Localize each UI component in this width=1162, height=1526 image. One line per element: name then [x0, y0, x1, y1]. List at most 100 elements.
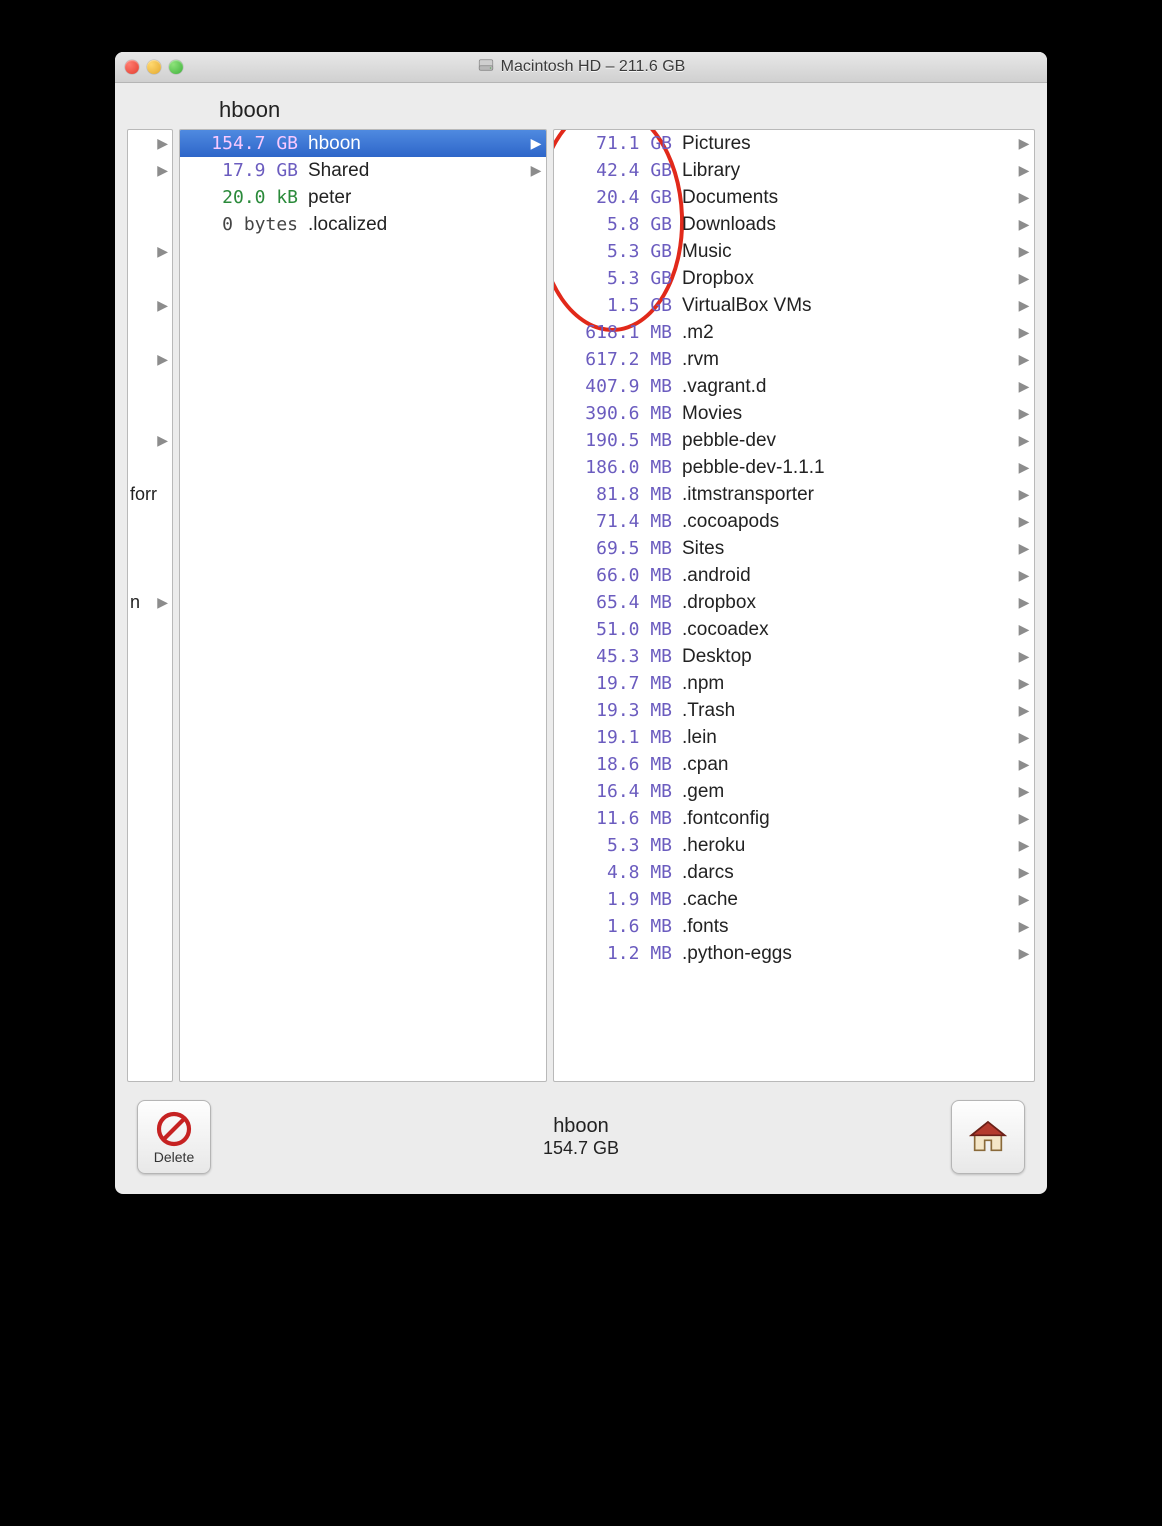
column-parent[interactable]: ▶▶▶▶▶▶forrn▶ — [127, 129, 173, 1082]
item-size: 407.9 MB — [554, 376, 682, 397]
chevron-right-icon: ▶ — [1014, 486, 1034, 503]
item-size: 186.0 MB — [554, 457, 682, 478]
window-title: Macintosh HD – 211.6 GB — [501, 58, 686, 76]
list-item[interactable]: 617.2 MB.rvm▶ — [554, 346, 1034, 373]
list-item[interactable]: 45.3 MBDesktop▶ — [554, 643, 1034, 670]
list-item[interactable]: 5.3 MB.heroku▶ — [554, 832, 1034, 859]
column-contents[interactable]: 71.1 GBPictures▶42.4 GBLibrary▶20.4 GBDo… — [553, 129, 1035, 1082]
chevron-right-icon: ▶ — [1014, 621, 1034, 638]
item-name: .npm — [682, 673, 1014, 695]
parent-row[interactable]: forr — [128, 481, 172, 508]
list-item[interactable]: 69.5 MBSites▶ — [554, 535, 1034, 562]
list-item[interactable]: 4.8 MB.darcs▶ — [554, 859, 1034, 886]
list-item[interactable]: 20.0 kBpeter — [180, 184, 546, 211]
item-name: Library — [682, 160, 1014, 182]
home-button[interactable] — [951, 1100, 1025, 1174]
item-size: 71.4 MB — [554, 511, 682, 532]
item-size: 154.7 GB — [180, 133, 308, 154]
item-size: 19.7 MB — [554, 673, 682, 694]
list-item[interactable]: 71.4 MB.cocoapods▶ — [554, 508, 1034, 535]
parent-row[interactable]: ▶ — [128, 130, 172, 157]
item-size: 65.4 MB — [554, 592, 682, 613]
item-size: 20.4 GB — [554, 187, 682, 208]
parent-row[interactable] — [128, 319, 172, 346]
list-item[interactable]: 16.4 MB.gem▶ — [554, 778, 1034, 805]
parent-row[interactable]: ▶ — [128, 238, 172, 265]
list-item[interactable]: 81.8 MB.itmstransporter▶ — [554, 481, 1034, 508]
list-item[interactable]: 5.8 GBDownloads▶ — [554, 211, 1034, 238]
delete-button[interactable]: Delete — [137, 1100, 211, 1174]
list-item[interactable]: 11.6 MB.fontconfig▶ — [554, 805, 1034, 832]
parent-row[interactable] — [128, 562, 172, 589]
titlebar[interactable]: Macintosh HD – 211.6 GB — [115, 52, 1047, 83]
item-name: Pictures — [682, 133, 1014, 155]
list-item[interactable]: 65.4 MB.dropbox▶ — [554, 589, 1034, 616]
parent-row[interactable]: n▶ — [128, 589, 172, 616]
item-name: pebble-dev — [682, 430, 1014, 452]
item-name: Documents — [682, 187, 1014, 209]
chevron-right-icon: ▶ — [1014, 864, 1034, 881]
minimize-button[interactable] — [147, 60, 161, 74]
list-item[interactable]: 390.6 MBMovies▶ — [554, 400, 1034, 427]
chevron-right-icon: ▶ — [1014, 540, 1034, 557]
chevron-right-icon: ▶ — [1014, 351, 1034, 368]
parent-row[interactable] — [128, 265, 172, 292]
list-item[interactable]: 71.1 GBPictures▶ — [554, 130, 1034, 157]
parent-row[interactable] — [128, 535, 172, 562]
parent-row[interactable] — [128, 454, 172, 481]
list-item[interactable]: 186.0 MBpebble-dev-1.1.1▶ — [554, 454, 1034, 481]
list-item[interactable]: 42.4 GBLibrary▶ — [554, 157, 1034, 184]
item-name: .fonts — [682, 916, 1014, 938]
column-users[interactable]: 154.7 GBhboon▶17.9 GBShared▶20.0 kBpeter… — [179, 129, 547, 1082]
parent-row[interactable]: ▶ — [128, 346, 172, 373]
parent-row[interactable] — [128, 373, 172, 400]
truncated-text: n — [130, 592, 140, 613]
list-item[interactable]: 20.4 GBDocuments▶ — [554, 184, 1034, 211]
parent-row[interactable]: ▶ — [128, 427, 172, 454]
list-item[interactable]: 18.6 MB.cpan▶ — [554, 751, 1034, 778]
chevron-right-icon: ▶ — [1014, 324, 1034, 341]
close-button[interactable] — [125, 60, 139, 74]
list-item[interactable]: 190.5 MBpebble-dev▶ — [554, 427, 1034, 454]
list-item[interactable]: 1.6 MB.fonts▶ — [554, 913, 1034, 940]
item-name: .python-eggs — [682, 943, 1014, 965]
chevron-right-icon: ▶ — [1014, 162, 1034, 179]
parent-row[interactable]: ▶ — [128, 292, 172, 319]
zoom-button[interactable] — [169, 60, 183, 74]
list-item[interactable]: 618.1 MB.m2▶ — [554, 319, 1034, 346]
item-size: 19.3 MB — [554, 700, 682, 721]
list-item[interactable]: 17.9 GBShared▶ — [180, 157, 546, 184]
parent-row[interactable] — [128, 400, 172, 427]
item-name: .cocoadex — [682, 619, 1014, 641]
list-item[interactable]: 154.7 GBhboon▶ — [180, 130, 546, 157]
item-size: 42.4 GB — [554, 160, 682, 181]
item-name: Music — [682, 241, 1014, 263]
list-item[interactable]: 5.3 GBDropbox▶ — [554, 265, 1034, 292]
list-item[interactable]: 19.1 MB.lein▶ — [554, 724, 1034, 751]
item-size: 618.1 MB — [554, 322, 682, 343]
list-item[interactable]: 51.0 MB.cocoadex▶ — [554, 616, 1034, 643]
list-item[interactable]: 1.9 MB.cache▶ — [554, 886, 1034, 913]
chevron-right-icon: ▶ — [157, 162, 168, 179]
parent-row[interactable] — [128, 184, 172, 211]
item-size: 81.8 MB — [554, 484, 682, 505]
item-size: 1.9 MB — [554, 889, 682, 910]
list-item[interactable]: 5.3 GBMusic▶ — [554, 238, 1034, 265]
parent-row[interactable]: ▶ — [128, 157, 172, 184]
list-item[interactable]: 0 bytes.localized — [180, 211, 546, 238]
list-item[interactable]: 19.7 MB.npm▶ — [554, 670, 1034, 697]
parent-row[interactable] — [128, 211, 172, 238]
chevron-right-icon: ▶ — [1014, 513, 1034, 530]
item-size: 20.0 kB — [180, 187, 308, 208]
chevron-right-icon: ▶ — [1014, 216, 1034, 233]
item-size: 1.6 MB — [554, 916, 682, 937]
list-item[interactable]: 407.9 MB.vagrant.d▶ — [554, 373, 1034, 400]
item-size: 51.0 MB — [554, 619, 682, 640]
list-item[interactable]: 19.3 MB.Trash▶ — [554, 697, 1034, 724]
chevron-right-icon: ▶ — [157, 594, 168, 611]
list-item[interactable]: 1.2 MB.python-eggs▶ — [554, 940, 1034, 967]
parent-row[interactable] — [128, 508, 172, 535]
list-item[interactable]: 1.5 GBVirtualBox VMs▶ — [554, 292, 1034, 319]
title-center: Macintosh HD – 211.6 GB — [115, 56, 1047, 79]
list-item[interactable]: 66.0 MB.android▶ — [554, 562, 1034, 589]
